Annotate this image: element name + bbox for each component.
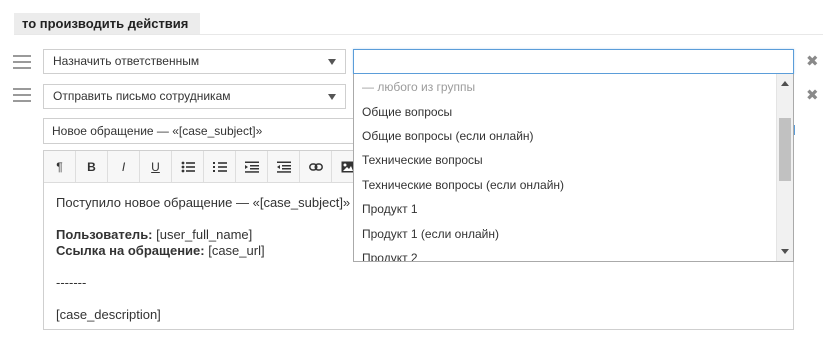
scroll-down-icon[interactable]: [781, 249, 789, 254]
indent-button[interactable]: [236, 151, 268, 182]
dropdown-option[interactable]: Технические вопросы (если онлайн): [362, 178, 564, 192]
dropdown-option[interactable]: Технические вопросы: [362, 153, 483, 167]
action-type-value: Отправить письмо сотрудникам: [53, 89, 231, 103]
dropdown-option[interactable]: Продукт 1: [362, 202, 418, 216]
paragraph-button[interactable]: ¶: [44, 151, 76, 182]
numbered-list-button[interactable]: [204, 151, 236, 182]
outdent-button[interactable]: [268, 151, 300, 182]
indent-icon: [244, 161, 259, 173]
body-line-user: Пользователь: [user_full_name]: [56, 227, 350, 243]
drag-handle-icon[interactable]: [13, 88, 31, 102]
drag-handle-icon[interactable]: [13, 55, 31, 69]
action-type-value: Назначить ответственным: [53, 54, 200, 68]
link-icon: [308, 162, 323, 171]
dropdown-group-header: — любого из группы: [362, 80, 476, 94]
dropdown-option[interactable]: Общие вопросы (если онлайн): [362, 129, 534, 143]
underline-button[interactable]: U: [140, 151, 172, 182]
editor-content[interactable]: Поступило новое обращение — «[case_subje…: [56, 195, 350, 323]
email-subject-value: Новое обращение — «[case_subject]»: [52, 124, 263, 138]
outdent-icon: [276, 161, 291, 173]
assignee-dropdown-list[interactable]: — любого из группы Общие вопросы Общие в…: [353, 74, 794, 262]
bulleted-list-icon: [181, 161, 195, 172]
chevron-down-icon: [328, 94, 336, 100]
body-separator: -------: [56, 275, 87, 290]
link-label: Ссылка на обращение:: [56, 243, 205, 258]
close-icon[interactable]: ✖: [806, 54, 819, 69]
section-title: то производить действия: [14, 13, 201, 34]
body-line-intro: Поступило новое обращение — «[case_subje…: [56, 195, 351, 210]
scrollbar-thumb[interactable]: [779, 118, 791, 181]
italic-button[interactable]: I: [108, 151, 140, 182]
close-icon[interactable]: ✖: [806, 88, 819, 103]
action-type-select-2[interactable]: Отправить письмо сотрудникам: [43, 84, 346, 109]
assignee-search-input[interactable]: [353, 49, 794, 74]
link-button[interactable]: [300, 151, 332, 182]
scroll-up-icon[interactable]: [781, 81, 789, 86]
body-description: [case_description]: [56, 307, 161, 322]
bulleted-list-button[interactable]: [172, 151, 204, 182]
dropdown-option[interactable]: Продукт 1 (если онлайн): [362, 227, 499, 241]
dropdown-scrollbar[interactable]: [776, 74, 793, 261]
user-label: Пользователь:: [56, 227, 153, 242]
bold-button[interactable]: B: [76, 151, 108, 182]
user-value: [user_full_name]: [152, 227, 253, 242]
numbered-list-icon: [212, 161, 227, 172]
section-divider: [14, 34, 823, 35]
dropdown-option[interactable]: Продукт 2: [362, 251, 418, 261]
chevron-down-icon: [328, 59, 336, 65]
body-line-link: Ссылка на обращение: [case_url]: [56, 243, 350, 259]
link-value: [case_url]: [204, 243, 265, 258]
dropdown-option[interactable]: Общие вопросы: [362, 105, 452, 119]
action-type-select-1[interactable]: Назначить ответственным: [43, 49, 346, 74]
